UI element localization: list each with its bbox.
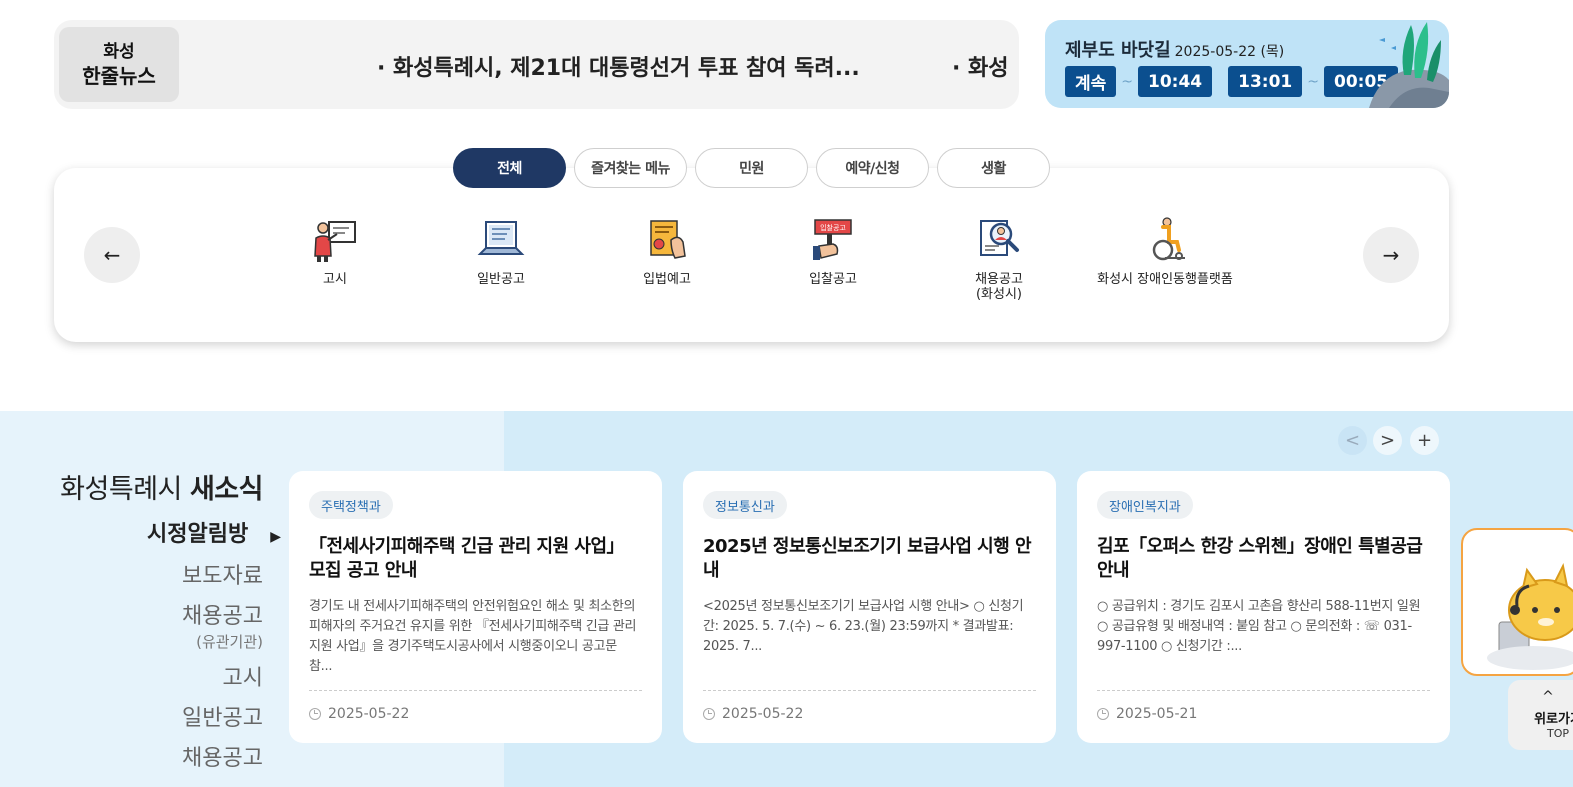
quick-menu-item-disability-platform[interactable]: 화성시 장애인동행플랫폼 bbox=[1082, 216, 1248, 302]
news-card[interactable]: 장애인복지과 김포「오퍼스 한강 스위첸」장애인 특별공급 안내 ○ 공급위치 … bbox=[1077, 471, 1450, 743]
tab-favorites[interactable]: 즐겨찾는 메뉴 bbox=[574, 148, 687, 188]
quick-menu-label: 일반공고 bbox=[477, 272, 525, 287]
news-card[interactable]: 주택정책과 「전세사기피해주택 긴급 관리 지원 사업」 모집 공고 안내 경기… bbox=[289, 471, 662, 743]
chevron-up-icon: ^ bbox=[1542, 689, 1554, 705]
clock-icon bbox=[309, 708, 321, 720]
quick-menu-item-legislation[interactable]: 입법예고 bbox=[584, 216, 750, 302]
news-section: 화성특례시 새소식 시정알림방 ▶ 보도자료 채용공고 (유관기관) 고시 일반공… bbox=[0, 411, 1573, 787]
department-badge: 주택정책과 bbox=[309, 491, 393, 519]
news-card[interactable]: 정보통신과 2025년 정보통신보조기기 보급사업 시행 안내 <2025년 정… bbox=[683, 471, 1056, 743]
scroll-top-label: 위로가기 bbox=[1534, 712, 1573, 727]
news-ticker-label: 화성 한줄뉴스 bbox=[59, 27, 179, 102]
divider bbox=[1097, 690, 1430, 691]
news-ticker-item[interactable]: · 화성특례시, 제21대 대통령선거 투표 참여 독려... bbox=[377, 50, 860, 82]
category-press-release[interactable]: 보도자료 bbox=[147, 557, 263, 597]
laptop-icon bbox=[477, 221, 525, 255]
tab-living[interactable]: 생활 bbox=[937, 148, 1050, 188]
quick-menu-item-bid[interactable]: 입찰공고 입찰공고 bbox=[750, 216, 916, 302]
news-ticker-label-line1: 화성 bbox=[103, 41, 135, 62]
tide-time-second: 13:01 bbox=[1228, 66, 1303, 97]
tide-title: 제부도 바닷길 2025-05-22 (목) bbox=[1065, 36, 1284, 62]
chatbot-button[interactable] bbox=[1461, 528, 1573, 676]
news-card-title[interactable]: 김포「오퍼스 한강 스위첸」장애인 특별공급 안내 bbox=[1097, 535, 1427, 583]
news-card-date-text: 2025-05-22 bbox=[722, 706, 804, 722]
tide-status-badge: 계속 bbox=[1065, 66, 1117, 97]
news-prev-button[interactable]: < bbox=[1338, 426, 1367, 455]
divider bbox=[309, 690, 642, 691]
teacher-board-icon bbox=[314, 221, 356, 262]
tide-location: 제부도 바닷길 bbox=[1065, 40, 1171, 61]
quick-menu-next-button[interactable]: → bbox=[1363, 227, 1419, 283]
tide-time-start: 10:44 bbox=[1138, 66, 1213, 97]
wheelchair-icon bbox=[1152, 217, 1185, 261]
quick-menu-prev-button[interactable]: ← bbox=[84, 227, 140, 283]
news-card-date-text: 2025-05-22 bbox=[328, 706, 410, 722]
quick-menu-items: 고시 일반공고 입법예고 입찰공고 입찰공고 채용공고 (화성시) 화성시 장애… bbox=[252, 216, 1248, 302]
quick-menu-item-recruit[interactable]: 채용공고 (화성시) bbox=[916, 216, 1082, 302]
department-badge: 장애인복지과 bbox=[1097, 491, 1193, 519]
category-sub-label: (유관기관) bbox=[196, 633, 263, 651]
quick-menu-label: 입법예고 bbox=[643, 272, 691, 287]
news-card-date: 2025-05-21 bbox=[1097, 706, 1197, 722]
tab-all[interactable]: 전체 bbox=[453, 148, 566, 188]
news-more-button[interactable]: + bbox=[1410, 426, 1439, 455]
category-city-notice[interactable]: 시정알림방 ▶ bbox=[147, 515, 281, 557]
quick-menu-item-general-notice[interactable]: 일반공고 bbox=[418, 216, 584, 302]
scroll-top-button[interactable]: ^ 위로가기 TOP bbox=[1508, 680, 1573, 750]
quick-menu-tabs: 전체 즐겨찾는 메뉴 민원 예약/신청 생활 bbox=[453, 148, 1050, 188]
tab-reservation[interactable]: 예약/신청 bbox=[816, 148, 929, 188]
category-label: 시정알림방 bbox=[147, 522, 249, 547]
tide-date: 2025-05-22 (목) bbox=[1174, 44, 1285, 60]
quick-menu-label: 입찰공고 bbox=[809, 272, 857, 287]
category-notice[interactable]: 고시 bbox=[147, 659, 263, 699]
quick-menu-label: 화성시 장애인동행플랫폼 bbox=[1097, 272, 1233, 287]
recruit-search-icon bbox=[980, 220, 1019, 256]
section-title-prefix: 화성특례시 bbox=[60, 474, 190, 505]
news-category-list: 시정알림방 ▶ 보도자료 채용공고 (유관기관) 고시 일반공고 채용공고 bbox=[147, 515, 281, 779]
news-card-title[interactable]: 2025년 정보통신보조기기 보급사업 시행 안내 bbox=[703, 535, 1033, 583]
divider bbox=[703, 690, 1036, 691]
department-badge: 정보통신과 bbox=[703, 491, 787, 519]
tab-civil-service[interactable]: 민원 bbox=[695, 148, 808, 188]
quick-menu-label: 채용공고 (화성시) bbox=[975, 272, 1023, 302]
quick-menu-item-notice[interactable]: 고시 bbox=[252, 216, 418, 302]
news-ticker-item[interactable]: · 화성 bbox=[952, 50, 1009, 82]
document-hand-icon bbox=[650, 220, 686, 259]
tide-tilde: ~ bbox=[1121, 73, 1134, 90]
chatbot-mascot-icon bbox=[1487, 562, 1573, 670]
news-card-date: 2025-05-22 bbox=[309, 706, 409, 722]
seaweed-rock-icon bbox=[1369, 22, 1449, 108]
news-card-desc: <2025년 정보통신보조기기 보급사업 시행 안내> ○ 신청기간: 2025… bbox=[703, 599, 1024, 654]
auction-sign-text: 입찰공고 bbox=[820, 223, 846, 232]
tide-widget[interactable]: 제부도 바닷길 2025-05-22 (목) 계속 ~ 10:44 13:01 ~… bbox=[1045, 20, 1449, 108]
news-card-date-text: 2025-05-21 bbox=[1116, 706, 1198, 722]
news-card-desc: ○ 공급위치 : 경기도 김포시 고촌읍 향산리 588-11번지 일원 ○ 공… bbox=[1097, 599, 1421, 654]
category-general-notice[interactable]: 일반공고 bbox=[147, 699, 263, 739]
section-title: 화성특례시 새소식 bbox=[60, 467, 263, 506]
clock-icon bbox=[1097, 708, 1109, 720]
clock-icon bbox=[703, 708, 715, 720]
quick-menu-card: ← → 고시 일반공고 입법예고 입찰공고 입찰공고 채용공고 (화성시) 화성… bbox=[54, 168, 1449, 342]
scroll-top-sub-label: TOP bbox=[1546, 727, 1569, 740]
tide-tilde: ~ bbox=[1307, 73, 1319, 90]
section-title-bold: 새소식 bbox=[189, 474, 264, 505]
news-next-button[interactable]: > bbox=[1373, 426, 1402, 455]
auction-sign-icon: 입찰공고 bbox=[813, 219, 852, 260]
active-marker-icon: ▶ bbox=[270, 529, 281, 545]
category-recruit[interactable]: 채용공고 bbox=[147, 739, 263, 779]
quick-menu-label: 고시 bbox=[323, 272, 347, 287]
news-card-desc: 경기도 내 전세사기피해주택의 안전위험요인 해소 및 최소한의 피해자의 주거… bbox=[309, 599, 637, 674]
news-ticker-label-line2: 한줄뉴스 bbox=[82, 63, 156, 88]
news-card-title[interactable]: 「전세사기피해주택 긴급 관리 지원 사업」 모집 공고 안내 bbox=[309, 535, 639, 583]
news-card-date: 2025-05-22 bbox=[703, 706, 803, 722]
news-ticker: 화성 한줄뉴스 · 화성특례시, 제21대 대통령선거 투표 참여 독려... … bbox=[54, 20, 1019, 109]
